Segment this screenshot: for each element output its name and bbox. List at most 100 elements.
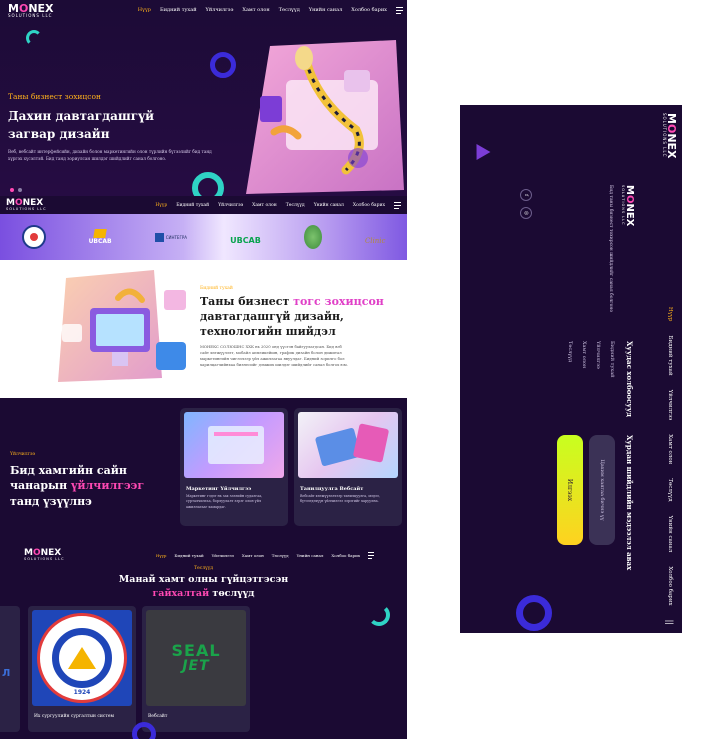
hamburger-icon[interactable] bbox=[396, 5, 403, 16]
about-eyebrow: Бидний тухай bbox=[200, 286, 233, 291]
nav-item-projects[interactable]: Төслүүд bbox=[279, 7, 300, 13]
nav-item-pricing-2[interactable]: Үнийн санал bbox=[314, 203, 344, 208]
service-card[interactable]: Танилцуулга Вебсайт Вебсайт хөгжүүлэлтээ… bbox=[294, 408, 402, 526]
mobile-submit-button[interactable]: Илгээх bbox=[557, 435, 583, 545]
instagram-icon[interactable]: ◎ bbox=[520, 207, 532, 219]
portfolio-card-label: Вебсайт bbox=[148, 714, 168, 719]
about-body: МОНЕКС СОЛЮШНС ХХК нь 2020 онд үүсгэн ба… bbox=[200, 343, 348, 367]
nav-item-contact-2[interactable]: Холбоо барих bbox=[353, 203, 385, 208]
services-copy: Үйлчилгээ Бид хамгийн сайн чанарын үйлчи… bbox=[10, 452, 175, 509]
mobile-link-projects[interactable]: Төслүүд bbox=[567, 341, 573, 441]
nav-item-projects-3[interactable]: Төслүүд bbox=[272, 553, 289, 558]
university-seal-icon: 1924 bbox=[37, 613, 127, 703]
about-title-line2: давтагдашгүй дизайн, bbox=[200, 309, 344, 323]
sticky-menu: Нүүр Бидний тухай Үйлчилгээ Хамт олон Тө… bbox=[155, 200, 401, 211]
partner-logo-ubcab-2: UBCAB bbox=[230, 228, 261, 247]
mobile-nav-contact[interactable]: Холбоо барих bbox=[667, 566, 673, 605]
about-copy: Бидний тухай Таны бизнест тогс зохицсон … bbox=[200, 286, 400, 368]
mobile-link-team[interactable]: Хамт олон bbox=[581, 341, 587, 441]
hero-illustration bbox=[246, 40, 404, 194]
nav-item-pricing-3[interactable]: Үнийн санал bbox=[297, 553, 324, 558]
blue-torus-icon-2 bbox=[132, 722, 156, 739]
mobile-email-input[interactable]: Цахим хаягаа бичнэ үү bbox=[589, 435, 615, 545]
mobile-link-services[interactable]: Үйлчилгээ bbox=[595, 341, 601, 441]
facebook-icon[interactable]: f bbox=[520, 189, 532, 201]
portfolio-eyebrow: Төслүүд bbox=[194, 566, 213, 571]
portfolio-navbar: MONEX SOLUTIONS LLC Нүүр Бидний тухай Үй… bbox=[24, 546, 374, 564]
nav-item-about-2[interactable]: Бидний тухай bbox=[176, 203, 209, 208]
teal-ring-icon bbox=[26, 30, 42, 46]
nav-item-about-3[interactable]: Бидний тухай bbox=[174, 553, 203, 558]
about-section: Бидний тухай Таны бизнест тогс зохицсон … bbox=[0, 260, 407, 398]
partner-logo-ubcab: UBCAB bbox=[89, 229, 112, 245]
mobile-about-text: Бид таны бизнест тохирсон шийдлийг санал… bbox=[608, 185, 614, 313]
nav-item-contact-3[interactable]: Холбоо барих bbox=[331, 553, 360, 558]
mobile-nav-about[interactable]: Бидний тухай bbox=[667, 335, 673, 375]
brand-tagline-mobile-2: SOLUTIONS LLC bbox=[621, 185, 625, 226]
nav-item-home[interactable]: Нүүр bbox=[138, 7, 151, 13]
mobile-nav-services[interactable]: Үйлчилгээ bbox=[667, 390, 673, 421]
brand-logo-mobile[interactable]: MONEX SOLUTIONS LLC bbox=[662, 113, 679, 159]
brand-tagline-mobile: SOLUTIONS LLC bbox=[662, 113, 668, 158]
slide-dot-active[interactable] bbox=[10, 188, 14, 192]
brand-logo-sticky[interactable]: MONEX SOLUTIONS LLC bbox=[6, 198, 47, 212]
mobile-nav-projects[interactable]: Төслүүд bbox=[667, 478, 673, 501]
slide-dot[interactable] bbox=[18, 188, 22, 192]
partner-syntegra-label: СИНТЕГРА bbox=[165, 234, 188, 240]
brand-tagline-sticky: SOLUTIONS LLC bbox=[6, 206, 47, 211]
hero-eyebrow: Таны бизнест зохицсон bbox=[8, 92, 101, 101]
nav-item-about[interactable]: Бидний тухай bbox=[160, 7, 197, 13]
service-card-body: Вебсайт хөгжүүлэлтээр танилцуулга, мэдээ… bbox=[300, 494, 380, 504]
services-title-line1: Бид хамгийн сайн bbox=[10, 464, 127, 477]
hamburger-icon-3[interactable] bbox=[368, 550, 374, 561]
nav-item-team-3[interactable]: Хамт олон bbox=[242, 553, 264, 558]
nav-item-team[interactable]: Хамт олон bbox=[242, 7, 269, 13]
portfolio-title-line2: төслүүд bbox=[209, 588, 255, 599]
mobile-links-title: Хуудас холбоосууд bbox=[625, 341, 634, 417]
blue-torus-icon-3 bbox=[516, 595, 552, 631]
nav-item-services[interactable]: Үйлчилгээ bbox=[206, 7, 234, 13]
brand-logo-3[interactable]: MONEX SOLUTIONS LLC bbox=[24, 548, 65, 562]
services-section: Үйлчилгээ Бид хамгийн сайн чанарын үйлчи… bbox=[0, 398, 407, 538]
mobile-cta-block: Хурдан шийдлийн мэдээлэл авах Цахим хаяг… bbox=[557, 435, 634, 625]
nav-item-home-3[interactable]: Нүүр bbox=[156, 553, 167, 558]
portfolio-card-partial[interactable]: Л bbox=[0, 606, 20, 732]
nav-item-pricing[interactable]: Үнийн санал bbox=[309, 7, 343, 13]
nav-item-services-3[interactable]: Үйлчилгээ bbox=[212, 553, 234, 558]
portfolio-menu: Нүүр Бидний тухай Үйлчилгээ Хамт олон Тө… bbox=[156, 550, 374, 561]
service-card-body: Маркетинг гэдэг нь зах зээлийн судалгаа,… bbox=[186, 494, 263, 509]
portfolio-title-highlight: гайхалтай bbox=[152, 588, 210, 599]
service-card-image bbox=[184, 412, 284, 478]
mobile-menu-panel: MONEX SOLUTIONS LLC Нүүр Бидний тухай Үй… bbox=[460, 105, 682, 633]
nav-item-services-2[interactable]: Үйлчилгээ bbox=[218, 203, 243, 208]
nav-item-team-2[interactable]: Хамт олон bbox=[252, 203, 277, 208]
mobile-navbar: MONEX SOLUTIONS LLC Нүүр Бидний тухай Үй… bbox=[658, 105, 682, 633]
service-card[interactable]: Маркетинг Үйлчилгээ Маркетинг гэдэг нь з… bbox=[180, 408, 288, 526]
hero-body: Веб, вебсайт интерфейсийн, дизайн болон … bbox=[8, 149, 212, 161]
partner-logo-eco bbox=[303, 225, 322, 249]
brand-name: MONEX bbox=[8, 1, 54, 15]
portfolio-card-image: SEAL JET bbox=[146, 610, 246, 706]
hero-section: MONEX SOLUTIONS LLC Нүүр Бидний тухай Үй… bbox=[0, 0, 407, 204]
mobile-nav-team[interactable]: Хамт олон bbox=[667, 434, 673, 464]
mobile-nav-home[interactable]: Нүүр bbox=[667, 307, 673, 322]
partner-ubcab2-label: UBCAB bbox=[230, 235, 261, 245]
brand-logo-mobile-2: MONEX SOLUTIONS LLC bbox=[621, 185, 635, 335]
hamburger-icon-2[interactable] bbox=[394, 200, 401, 211]
blue-torus-icon bbox=[210, 52, 236, 78]
brand-logo[interactable]: MONEX SOLUTIONS LLC bbox=[8, 3, 54, 18]
about-title-highlight: тогс зохицсон bbox=[293, 295, 384, 308]
nav-item-home-2[interactable]: Нүүр bbox=[155, 203, 167, 208]
mobile-links-block: Хуудас холбоосууд Бидний тухай Үйлчилгээ… bbox=[567, 341, 634, 441]
mobile-nav-pricing[interactable]: Үнийн санал bbox=[667, 515, 673, 552]
slide-dots bbox=[10, 188, 22, 192]
nav-item-contact[interactable]: Холбоо барих bbox=[351, 7, 387, 13]
services-eyebrow: Үйлчилгээ bbox=[10, 452, 36, 457]
portfolio-section: MONEX SOLUTIONS LLC Нүүр Бидний тухай Үй… bbox=[0, 538, 407, 739]
nav-item-projects-2[interactable]: Төслүүд bbox=[286, 203, 305, 208]
portfolio-card[interactable]: 1924 Их сургуулийн сургалтын систем bbox=[28, 606, 136, 732]
mobile-link-about[interactable]: Бидний тухай bbox=[609, 341, 615, 441]
close-icon[interactable]: || bbox=[666, 620, 675, 625]
portfolio-card[interactable]: SEAL JET Вебсайт bbox=[142, 606, 250, 732]
partner-clinic-label: Clinic bbox=[364, 236, 386, 245]
